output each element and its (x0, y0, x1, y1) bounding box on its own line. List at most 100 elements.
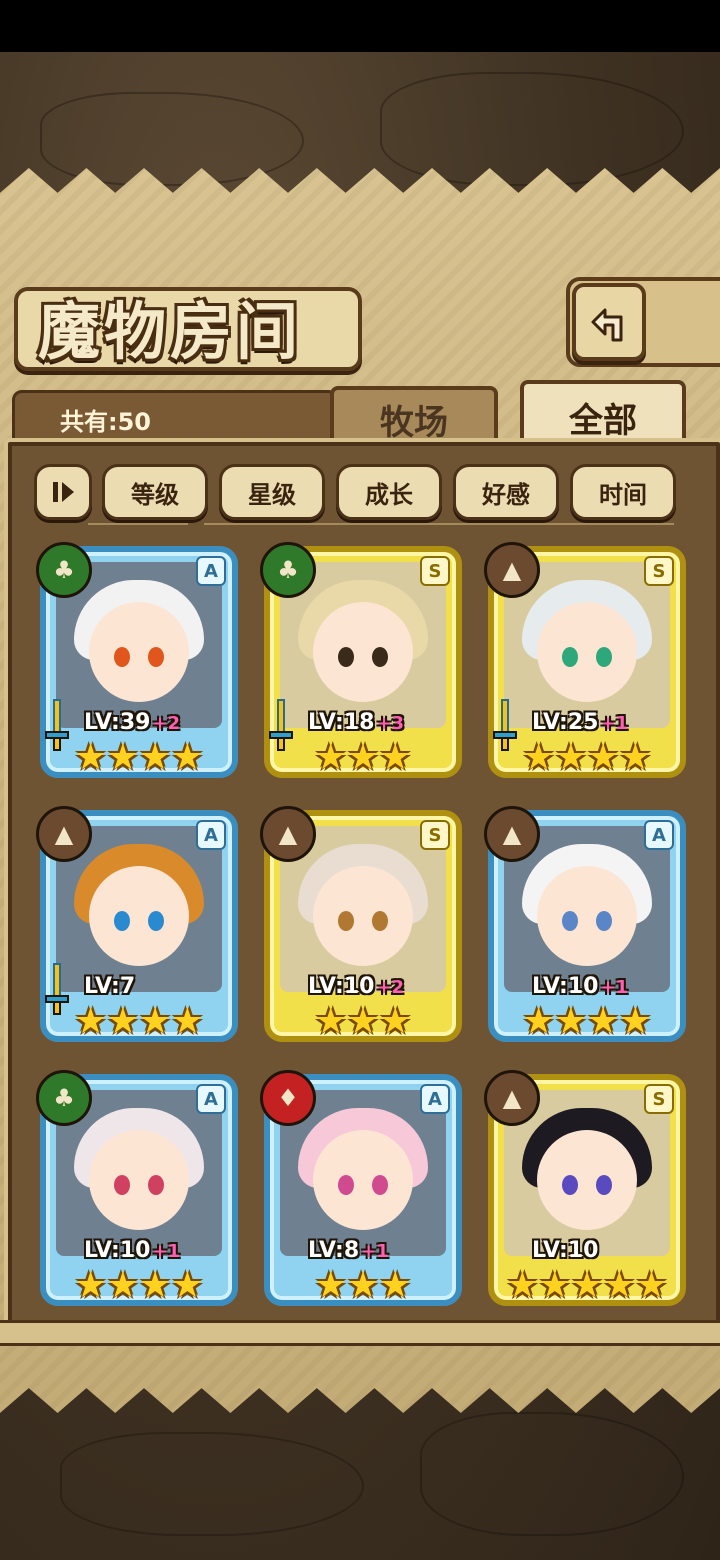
star-icon: ★ (106, 1265, 139, 1306)
monster-card[interactable]: S ▲ LV:10 +2 ★ ★ ★ (260, 806, 462, 1042)
monster-card[interactable]: A ♣ LV:10 +1 ★ ★ ★ ★ (36, 1070, 238, 1306)
level-text: LV:10 (532, 974, 599, 999)
star-icon: ★ (619, 1001, 652, 1042)
sort-affection-button[interactable]: 好感 (453, 464, 559, 520)
star-icon: ★ (603, 1265, 636, 1306)
monster-level: LV:25 +1 (532, 710, 628, 735)
level-bonus: +1 (152, 1241, 181, 1262)
back-button[interactable] (572, 283, 646, 361)
star-icon: ★ (570, 1265, 604, 1306)
earth-element-icon: ▲ (260, 806, 316, 862)
monster-level: LV:39 +2 (84, 710, 180, 735)
monster-card[interactable]: A ▲ LV:7 ★ ★ ★ ★ (36, 806, 238, 1042)
divider (88, 523, 188, 525)
panel-bottom-border (0, 1320, 720, 1346)
star-icon: ★ (139, 1265, 172, 1306)
star-icon: ★ (74, 1001, 107, 1042)
star-icon: ★ (74, 1265, 107, 1306)
level-text: LV:7 (84, 974, 136, 999)
monster-level: LV:10 +2 (308, 974, 404, 999)
star-icon: ★ (346, 1001, 380, 1042)
star-icon: ★ (171, 1001, 204, 1042)
monster-level: LV:10 +1 (532, 974, 628, 999)
monster-card[interactable]: A ♣ LV:39 +2 ★ ★ ★ ★ (36, 542, 238, 778)
nature-element-icon: ♣ (36, 542, 92, 598)
star-icon: ★ (171, 737, 204, 778)
rarity-badge: S (644, 1084, 674, 1114)
star-icon: ★ (346, 1265, 380, 1306)
star-icon: ★ (587, 1001, 620, 1042)
rarity-badge: A (196, 556, 226, 586)
sort-star-button[interactable]: 星级 (219, 464, 325, 520)
star-icon: ★ (171, 1265, 204, 1306)
star-icon: ★ (379, 1265, 412, 1306)
star-rating: ★ ★ ★ (270, 740, 456, 776)
fire-element-icon: ♦ (260, 1070, 316, 1126)
star-icon: ★ (106, 1001, 139, 1042)
star-rating: ★ ★ ★ (270, 1268, 456, 1304)
monster-level: LV:18 +3 (308, 710, 404, 735)
level-text: LV:39 (84, 710, 151, 735)
star-icon: ★ (522, 1001, 555, 1042)
status-bar (0, 0, 720, 52)
earth-element-icon: ▲ (484, 806, 540, 862)
level-bonus: +3 (376, 713, 405, 734)
level-text: LV:8 (308, 1238, 360, 1263)
level-bonus: +2 (152, 713, 181, 734)
monster-level: LV:8 +1 (308, 1238, 389, 1263)
star-icon: ★ (106, 737, 139, 778)
sort-growth-button[interactable]: 成长 (336, 464, 442, 520)
star-icon: ★ (379, 737, 412, 778)
star-icon: ★ (522, 737, 555, 778)
divider (204, 523, 674, 525)
level-text: LV:18 (308, 710, 375, 735)
rarity-badge: S (644, 556, 674, 586)
monster-card[interactable]: S ▲ LV:25 +1 ★ ★ ★ ★ (484, 542, 686, 778)
monster-level: LV:7 (84, 974, 135, 999)
earth-element-icon: ▲ (484, 1070, 540, 1126)
sort-time-button[interactable]: 时间 (570, 464, 676, 520)
monster-card[interactable]: A ♦ LV:8 +1 ★ ★ ★ (260, 1070, 462, 1306)
level-bonus: +1 (600, 713, 629, 734)
star-icon: ★ (314, 1001, 347, 1042)
nature-element-icon: ♣ (260, 542, 316, 598)
level-text: LV:10 (308, 974, 375, 999)
star-icon: ★ (379, 1001, 412, 1042)
rarity-badge: S (420, 556, 450, 586)
star-icon: ★ (314, 737, 347, 778)
star-icon: ★ (619, 737, 652, 778)
monster-count: 共有:50 (60, 408, 151, 436)
earth-element-icon: ▲ (484, 542, 540, 598)
star-rating: ★ ★ ★ ★ (494, 740, 680, 776)
monster-card[interactable]: S ▲ LV:10 ★ ★ ★ ★ ★ (484, 1070, 686, 1306)
play-pause-icon (53, 482, 74, 502)
star-rating: ★ ★ ★ ★ (46, 1268, 232, 1304)
star-icon: ★ (74, 737, 107, 778)
star-icon: ★ (538, 1265, 571, 1306)
rarity-badge: A (196, 820, 226, 850)
star-icon: ★ (139, 737, 172, 778)
star-rating: ★ ★ ★ (270, 1004, 456, 1040)
monster-card[interactable]: S ♣ LV:18 +3 ★ ★ ★ (260, 542, 462, 778)
rarity-badge: A (644, 820, 674, 850)
level-text: LV:10 (84, 1238, 151, 1263)
level-text: LV:10 (532, 1238, 599, 1263)
monster-card[interactable]: A ▲ LV:10 +1 ★ ★ ★ ★ (484, 806, 686, 1042)
star-rating: ★ ★ ★ ★ (46, 1004, 232, 1040)
monster-level: LV:10 +1 (84, 1238, 180, 1263)
star-icon: ★ (554, 1001, 587, 1042)
rarity-badge: A (420, 1084, 450, 1114)
level-bonus: +1 (600, 977, 629, 998)
nature-element-icon: ♣ (36, 1070, 92, 1126)
star-icon: ★ (346, 737, 380, 778)
star-icon: ★ (314, 1265, 347, 1306)
star-rating: ★ ★ ★ ★ (46, 740, 232, 776)
star-icon: ★ (506, 1265, 539, 1306)
sort-toggle-button[interactable] (34, 464, 92, 520)
sort-level-button[interactable]: 等级 (102, 464, 208, 520)
star-icon: ★ (139, 1001, 172, 1042)
return-icon (591, 308, 623, 342)
star-rating: ★ ★ ★ ★ (494, 1004, 680, 1040)
earth-element-icon: ▲ (36, 806, 92, 862)
level-bonus: +2 (376, 977, 405, 998)
